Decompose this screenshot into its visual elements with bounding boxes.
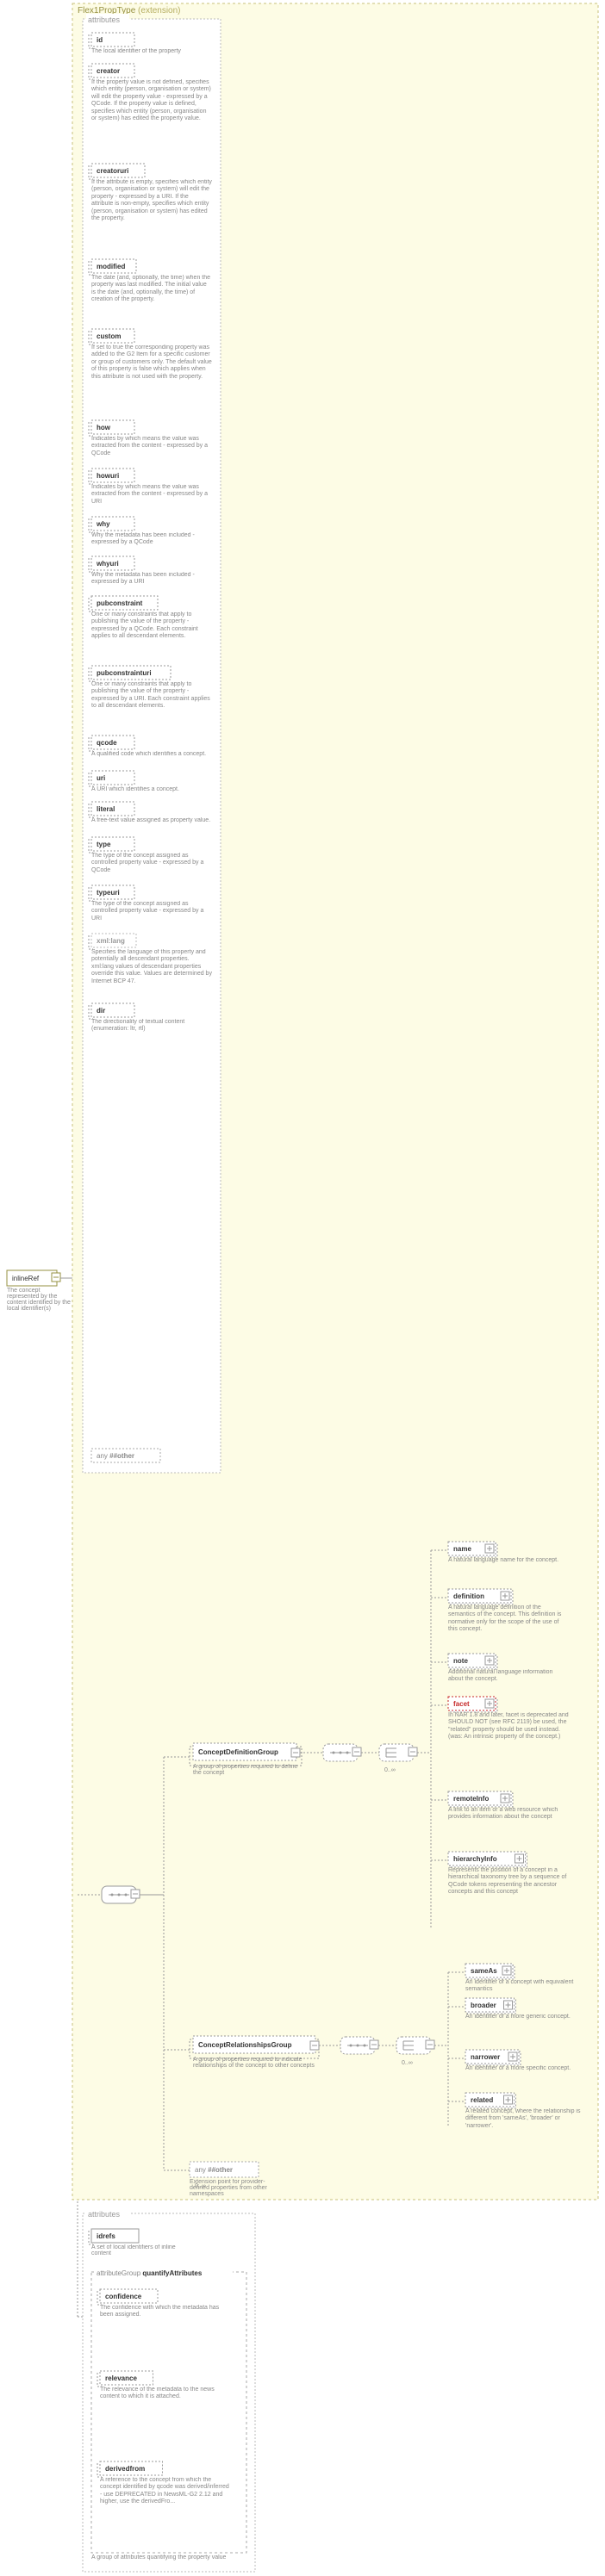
svg-text:relevance: relevance xyxy=(105,2374,137,2382)
svg-text:ConceptDefinitionGroup: ConceptDefinitionGroup xyxy=(198,1748,278,1756)
svg-text:any ##other: any ##other xyxy=(97,1452,134,1460)
rel-sequence xyxy=(340,2037,378,2054)
svg-text:custom: custom xyxy=(97,332,121,340)
svg-text:remoteInfo: remoteInfo xyxy=(453,1795,489,1803)
svg-text:literal: literal xyxy=(97,805,115,813)
svg-text:why: why xyxy=(96,520,110,528)
attr-relevance: relevanceThe relevance of the metadata t… xyxy=(97,2371,229,2468)
svg-text:xml:lang: xml:lang xyxy=(97,937,125,945)
svg-text:note: note xyxy=(453,1657,468,1665)
rel-group-desc: A group of properties required to indica… xyxy=(193,2057,322,2069)
svg-text:sameAs: sameAs xyxy=(471,1967,497,1975)
attr-confidence: confidenceThe confidence with which the … xyxy=(97,2289,229,2378)
svg-text:ConceptRelationshipsGroup: ConceptRelationshipsGroup xyxy=(198,2041,292,2049)
svg-text:confidence: confidence xyxy=(105,2293,142,2300)
def-group-desc: A group of properties required to define… xyxy=(193,1764,305,1776)
svg-text:idrefs: idrefs xyxy=(97,2232,115,2240)
svg-text:modified: modified xyxy=(97,263,125,270)
ext-suffix: (extension) xyxy=(138,6,180,16)
svg-text:typeuri: typeuri xyxy=(97,889,120,897)
attr-idrefs: idrefs xyxy=(89,2229,139,2244)
svg-text:id: id xyxy=(97,36,103,44)
def-sequence xyxy=(323,1744,361,1761)
root-element: inlineRef xyxy=(7,1270,60,1286)
attrs-header: attributes xyxy=(88,16,121,24)
svg-text:any ##other: any ##other xyxy=(195,2166,233,2174)
svg-text:how: how xyxy=(97,424,111,431)
svg-text:howuri: howuri xyxy=(97,472,119,480)
svg-text:creatoruri: creatoruri xyxy=(97,167,128,175)
ext-point-desc: Extension point for provider-defined pro… xyxy=(190,2179,284,2197)
svg-text:0..∞: 0..∞ xyxy=(384,1767,396,1773)
svg-text:pubconstrainturi: pubconstrainturi xyxy=(97,669,152,677)
svg-text:narrower: narrower xyxy=(471,2053,500,2061)
root-desc: The concept represented by the content i… xyxy=(7,1288,72,1326)
svg-text:facet: facet xyxy=(453,1700,470,1708)
svg-text:attributeGroup quantifyAttribu: attributeGroup quantifyAttributes xyxy=(97,2269,203,2277)
svg-text:attributes: attributes xyxy=(88,2210,121,2219)
svg-text:uri: uri xyxy=(97,774,105,782)
svg-text:related: related xyxy=(471,2096,493,2104)
svg-text:name: name xyxy=(453,1545,471,1553)
svg-text:hierarchyInfo: hierarchyInfo xyxy=(453,1855,497,1863)
child-facet: facetIn NAR 1.8 and later, facet is depr… xyxy=(448,1697,569,1797)
svg-text:pubconstraint: pubconstraint xyxy=(97,599,143,607)
svg-text:qcode: qcode xyxy=(97,739,117,747)
root-label: inlineRef xyxy=(12,1275,40,1282)
idrefs-desc: A set of local identifiers of inline con… xyxy=(91,2244,195,2256)
sequence-compositor xyxy=(102,1886,140,1903)
svg-text:derivedfrom: derivedfrom xyxy=(105,2465,145,2473)
svg-text:broader: broader xyxy=(471,2002,496,2009)
quant-desc: A group of attributes quantifying the pr… xyxy=(91,2554,238,2560)
svg-text:dir: dir xyxy=(97,1007,105,1015)
svg-text:definition: definition xyxy=(453,1592,484,1600)
svg-text:whyuri: whyuri xyxy=(96,560,119,568)
svg-text:creator: creator xyxy=(97,67,120,75)
svg-text:type: type xyxy=(97,841,111,848)
svg-text:0..∞: 0..∞ xyxy=(402,2060,413,2066)
